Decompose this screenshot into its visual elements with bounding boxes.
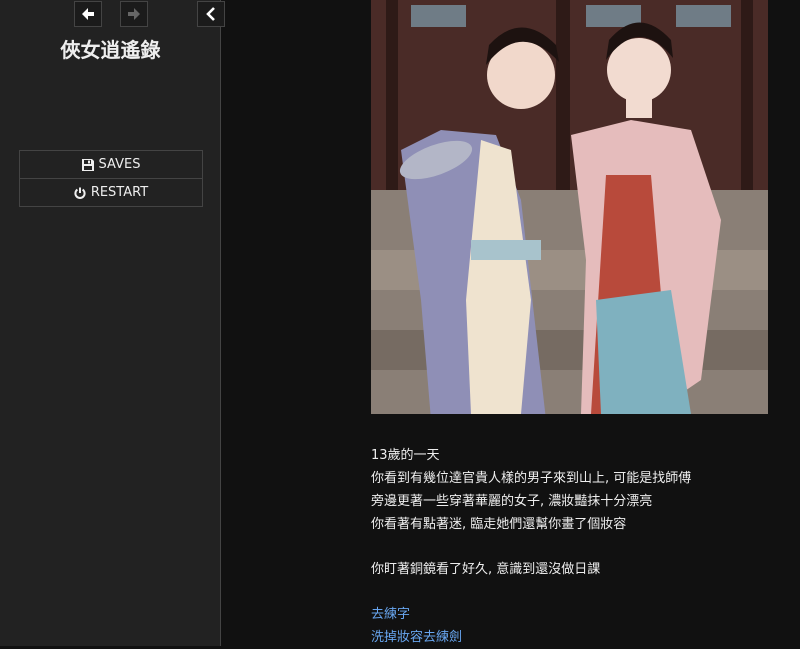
arrow-right-icon — [128, 8, 140, 20]
sidebar-toggle-button[interactable] — [197, 1, 225, 27]
passage-line: 你看到有幾位達官貴人樣的男子來到山上, 可能是找師傅 — [371, 471, 692, 486]
arrow-left-icon — [82, 8, 94, 20]
chevron-left-icon — [206, 7, 215, 21]
passage-spacer — [371, 581, 771, 603]
restart-label: RESTART — [90, 185, 149, 200]
passage-line: 旁邊更著一些穿著華麗的女子, 濃妝豔抹十分漂亮 — [371, 494, 653, 509]
power-icon — [74, 187, 86, 199]
story-photo — [371, 0, 768, 414]
passage: 13歲的一天 你看到有幾位達官貴人樣的男子來到山上, 可能是找師傅 旁邊更著一些… — [371, 444, 771, 649]
floppy-disk-icon — [81, 158, 94, 171]
history-forward-button[interactable] — [120, 1, 148, 27]
passage-line: 你看著有點著迷, 臨走她們還幫你畫了個妝容 — [371, 517, 627, 532]
saves-label: SAVES — [98, 157, 141, 172]
choice-link-practice-calligraphy[interactable]: 去練字 — [371, 603, 771, 626]
menu: SAVES RESTART — [19, 150, 203, 207]
passage-spacer — [371, 536, 771, 558]
story-title: 俠女逍遙錄 — [60, 38, 161, 62]
sidebar: 俠女逍遙錄 SAVES RESTART — [0, 0, 225, 646]
history-back-button[interactable] — [74, 1, 102, 27]
passage-line: 13歲的一天 — [371, 448, 440, 463]
restart-button[interactable]: RESTART — [20, 178, 202, 206]
hanfu-photo-illustration — [371, 0, 768, 414]
passage-line: 你盯著銅鏡看了好久, 意識到還沒做日課 — [371, 562, 601, 577]
saves-button[interactable]: SAVES — [20, 151, 202, 178]
